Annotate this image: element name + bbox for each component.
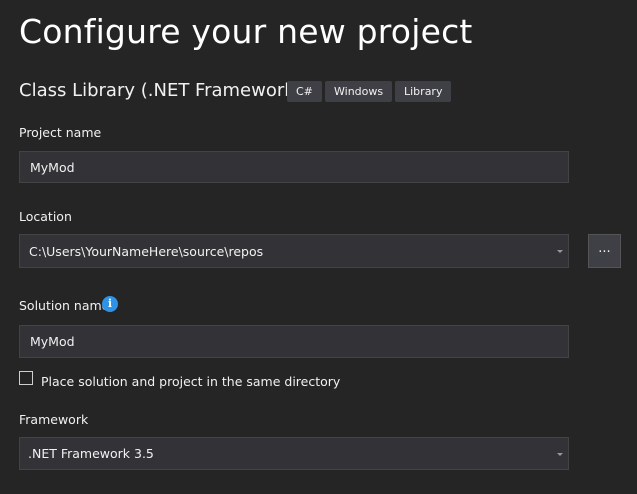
same-directory-checkbox[interactable]	[19, 371, 33, 385]
location-value: C:\Users\YourNameHere\source\repos	[29, 244, 264, 259]
solution-name-input[interactable]: MyMod	[19, 325, 569, 358]
framework-select[interactable]: .NET Framework 3.5	[19, 437, 569, 470]
tag-library: Library	[395, 81, 452, 102]
framework-value: .NET Framework 3.5	[28, 446, 154, 461]
chevron-down-icon[interactable]	[557, 453, 563, 456]
solution-name-label: Solution name	[19, 298, 110, 313]
location-label: Location	[19, 209, 72, 224]
info-icon[interactable]: i	[102, 296, 118, 312]
framework-label: Framework	[19, 412, 89, 427]
chevron-down-icon[interactable]	[557, 250, 563, 253]
tag-csharp: C#	[287, 81, 322, 102]
project-name-input[interactable]: MyMod	[19, 151, 569, 183]
tag-windows: Windows	[325, 81, 393, 102]
location-combobox[interactable]: C:\Users\YourNameHere\source\repos	[19, 234, 569, 268]
browse-button[interactable]: ...	[588, 234, 621, 268]
template-name: Class Library (.NET Framework)	[19, 80, 302, 101]
project-name-label: Project name	[19, 125, 102, 140]
solution-name-value: MyMod	[30, 334, 75, 349]
project-name-value: MyMod	[30, 160, 75, 175]
page-title: Configure your new project	[19, 12, 473, 51]
same-directory-label[interactable]: Place solution and project in the same d…	[41, 374, 340, 389]
